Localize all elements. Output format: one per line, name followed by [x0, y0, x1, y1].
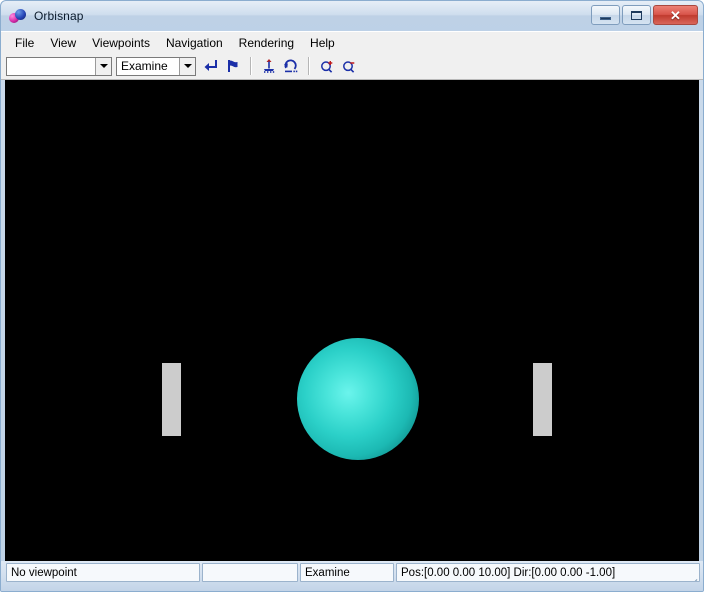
toolbar-separator [250, 57, 252, 75]
maximize-icon [631, 10, 642, 20]
return-arrow-icon [204, 60, 217, 71]
seek-pin-icon [264, 59, 275, 73]
menu-item-help[interactable]: Help [302, 34, 343, 52]
window-controls: ✕ [591, 5, 698, 25]
seek-button[interactable] [258, 55, 280, 77]
viewpoint-select[interactable] [6, 56, 112, 76]
toolbar-separator [308, 57, 310, 75]
3d-viewport[interactable]: ✕ W E F [5, 80, 699, 567]
chevron-down-icon[interactable] [95, 57, 111, 75]
zoom-out-button[interactable] [338, 55, 360, 77]
next-viewpoint-button[interactable] [222, 55, 244, 77]
title-bar[interactable]: Orbisnap ✕ [1, 1, 703, 31]
flag-icon [228, 60, 238, 72]
close-icon: ✕ [670, 7, 681, 23]
status-blank [202, 563, 298, 582]
toolbar: Examine [1, 53, 703, 80]
scene-object-right-bar [533, 363, 552, 436]
status-position: Pos:[0.00 0.00 10.00] Dir:[0.00 0.00 -1.… [396, 563, 700, 582]
resize-grip[interactable] [685, 568, 698, 581]
go-to-viewpoint-button[interactable] [200, 55, 222, 77]
status-nav-mode: Examine [300, 563, 394, 582]
undo-arrow-icon [284, 59, 298, 73]
status-viewpoint: No viewpoint [6, 563, 200, 582]
nav-mode-select[interactable]: Examine [116, 56, 196, 76]
magnifier-minus-icon [343, 61, 355, 73]
minimize-button[interactable] [591, 5, 620, 25]
close-button[interactable]: ✕ [653, 5, 698, 25]
app-spheres-icon [9, 8, 27, 24]
status-bar: No viewpoint Examine Pos:[0.00 0.00 10.0… [1, 561, 703, 591]
menu-item-viewpoints[interactable]: Viewpoints [84, 34, 158, 52]
minimize-icon [600, 16, 611, 20]
application-window: Orbisnap ✕ File View Viewpoints Navigati… [0, 0, 704, 592]
zoom-in-button[interactable] [316, 55, 338, 77]
magnifier-plus-icon [321, 61, 333, 73]
nav-mode-select-value: Examine [121, 59, 168, 73]
status-position-text: Pos:[0.00 0.00 10.00] Dir:[0.00 0.00 -1.… [401, 566, 616, 579]
chevron-down-icon[interactable] [179, 57, 195, 75]
menu-item-rendering[interactable]: Rendering [231, 34, 302, 52]
menu-item-file[interactable]: File [7, 34, 42, 52]
window-title: Orbisnap [34, 9, 84, 23]
scene-object-sphere [297, 338, 419, 460]
menu-item-view[interactable]: View [42, 34, 84, 52]
menu-bar: File View Viewpoints Navigation Renderin… [1, 31, 703, 53]
maximize-button[interactable] [622, 5, 651, 25]
scene-object-left-bar [162, 363, 181, 436]
menu-item-navigation[interactable]: Navigation [158, 34, 231, 52]
reset-view-button[interactable] [280, 55, 302, 77]
